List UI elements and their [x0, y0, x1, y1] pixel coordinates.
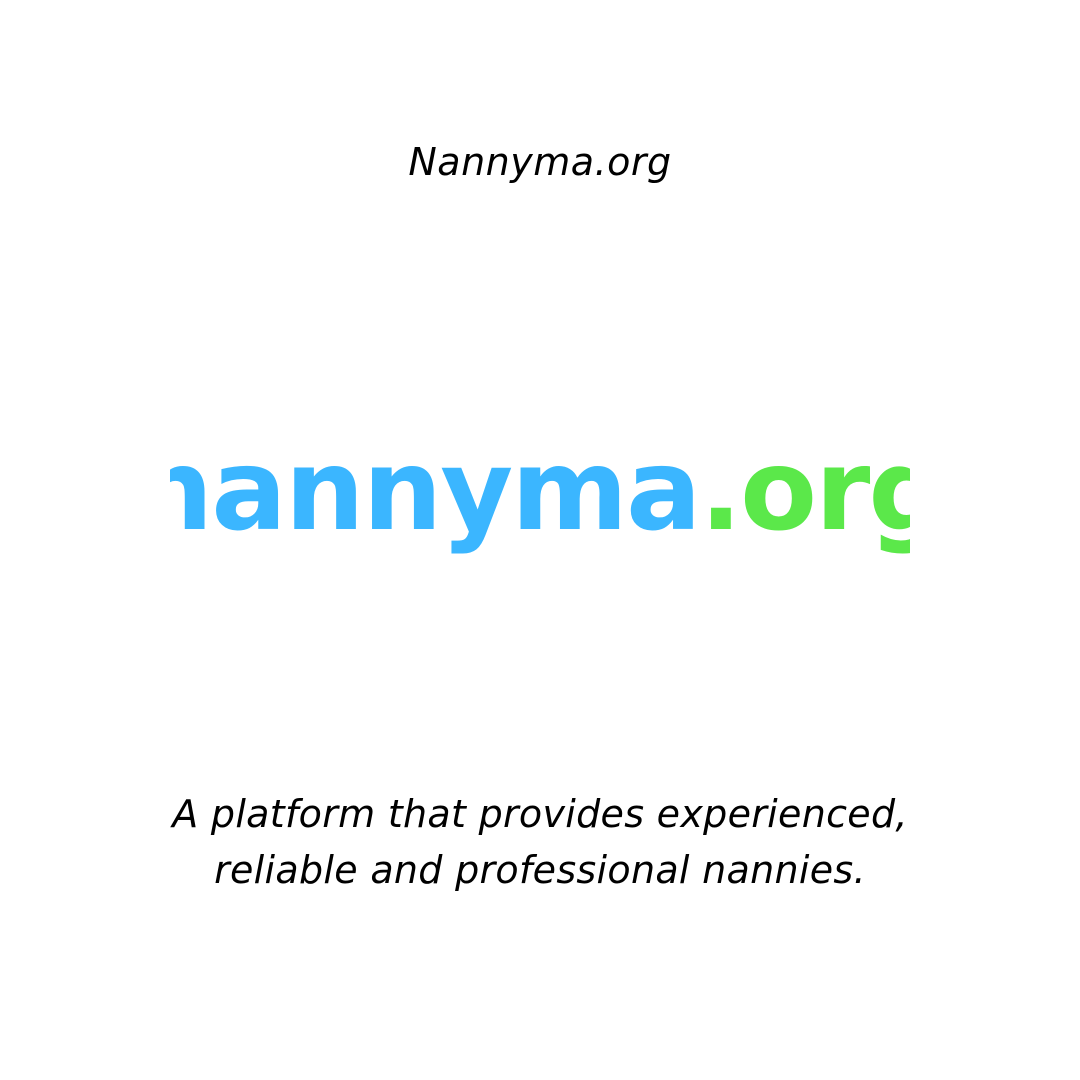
tagline-line-1: A platform that provides experienced, [172, 792, 908, 836]
site-title: Nannyma.org [408, 140, 672, 184]
brand-logo: nannyma.org [0, 430, 1080, 580]
logo-word-primary: nannyma [170, 430, 700, 556]
tagline-line-2: reliable and professional nannies. [214, 848, 866, 892]
brand-logo-wordmark: nannyma.org [170, 430, 910, 556]
logo-word-secondary: .org [700, 430, 910, 556]
page: Nannyma.org nannyma.org A platform that … [0, 0, 1080, 1080]
tagline: A platform that provides experienced, re… [0, 786, 1080, 898]
logo-wordmark-text: nannyma.org [170, 430, 910, 556]
